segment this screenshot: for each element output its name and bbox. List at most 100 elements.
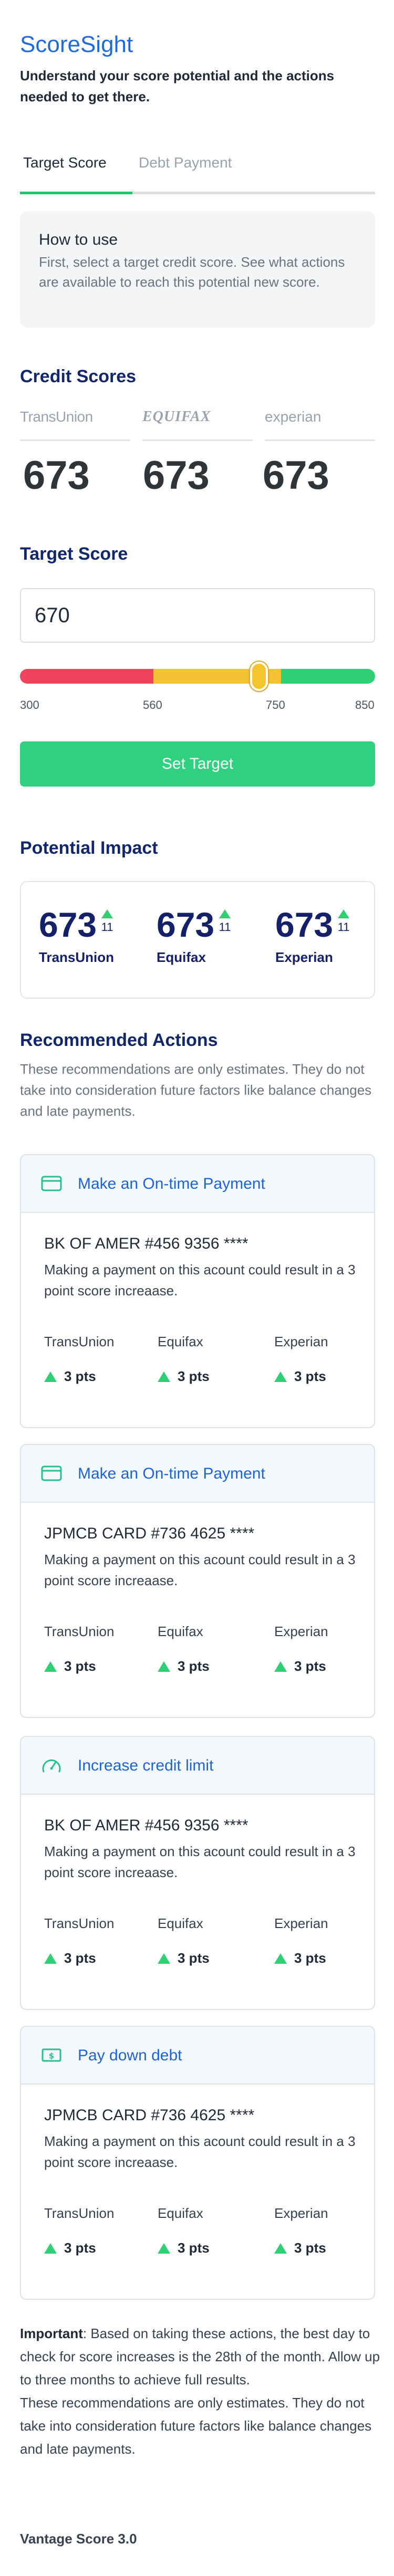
footer-disclaimer: These recommendations are only estimates… (20, 2395, 372, 2457)
credit-card-icon (41, 1465, 62, 1481)
impact-bureau-label: Equifax (157, 949, 206, 965)
action-card[interactable]: Make an On-time Payment JPMCB CARD #736 … (20, 1444, 375, 1718)
app-title: ScoreSight (20, 32, 133, 57)
points-value: 3 pts (64, 1658, 96, 1674)
up-arrow-icon (274, 1371, 287, 1382)
equifax-logo: EQUIFAX (142, 409, 211, 425)
points-value: 3 pts (64, 1950, 96, 1966)
points-badge: 3 pts (44, 1950, 96, 1966)
account-description: Making a payment on this acount could re… (44, 1262, 356, 1299)
bureau-label: Equifax (158, 1624, 203, 1639)
up-arrow-icon (158, 1661, 170, 1672)
score-slider-handle[interactable] (250, 662, 268, 691)
how-to-use-body: First, select a target credit score. See… (39, 254, 345, 290)
page-subtitle: Understand your score potential and the … (20, 68, 335, 104)
points-badge: 3 pts (274, 1658, 326, 1674)
points-value: 3 pts (64, 1368, 96, 1384)
account-name: BK OF AMER #456 9356 **** (44, 1235, 248, 1252)
up-arrow-icon (158, 2243, 170, 2254)
transunion-logo: TransUnion (20, 409, 93, 425)
account-name: JPMCB CARD #736 4625 **** (44, 2107, 255, 2124)
bureau-label: Equifax (158, 2205, 203, 2221)
equifax-score: 673 (143, 453, 210, 498)
equifax-column: EQUIFAX (142, 401, 253, 441)
bureau-label: TransUnion (44, 2205, 115, 2221)
bureau-label: Equifax (158, 1334, 203, 1349)
action-card-header: Make an On-time Payment (21, 1155, 374, 1213)
action-card-header: Increase credit limit (21, 1737, 374, 1795)
set-target-button[interactable]: Set Target (20, 741, 375, 787)
impact-bureau-label: TransUnion (39, 949, 115, 965)
up-arrow-icon (219, 909, 231, 918)
action-title: Pay down debt (78, 2047, 182, 2064)
account-description: Making a payment on this acount could re… (44, 2133, 356, 2170)
impact-delta: 11 (337, 909, 350, 934)
speedometer-icon (42, 1760, 61, 1773)
up-arrow-icon (44, 1953, 57, 1964)
active-tab-indicator (20, 192, 132, 194)
svg-text:$: $ (49, 2051, 54, 2061)
range-tick-label: 300 (20, 698, 39, 711)
points-value: 3 pts (294, 1368, 326, 1384)
target-score-input[interactable] (20, 588, 375, 643)
action-card[interactable]: Make an On-time Payment BK OF AMER #456 … (20, 1154, 375, 1428)
up-arrow-icon (274, 1661, 287, 1672)
points-badge: 3 pts (44, 1658, 96, 1674)
bureau-label: TransUnion (44, 1334, 115, 1349)
experian-score: 673 (263, 453, 329, 498)
score-model-label: Vantage Score 3.0 (20, 2531, 137, 2547)
bureau-logos-row: TransUnion EQUIFAX experian (20, 401, 375, 441)
target-score-title: Target Score (20, 544, 128, 564)
points-badge: 3 pts (44, 2240, 96, 2256)
points-value: 3 pts (178, 2240, 210, 2256)
impact-score: 673 (157, 905, 215, 944)
range-segment-good (281, 669, 375, 684)
tab-debt-payment[interactable]: Debt Payment (139, 154, 232, 171)
points-badge: 3 pts (158, 1658, 210, 1674)
dollar-bill-icon: $ (42, 2048, 61, 2062)
points-badge: 3 pts (274, 1368, 326, 1385)
credit-card-icon (41, 1176, 62, 1191)
up-arrow-icon (274, 1953, 287, 1964)
experian-column: experian (265, 401, 375, 441)
up-arrow-icon (101, 909, 113, 918)
impact-delta-value: 11 (219, 920, 231, 934)
impact-score: 673 (39, 905, 97, 944)
footer-notes: Important: Based on taking these actions… (20, 2322, 382, 2460)
action-card-header: Make an On-time Payment (21, 1445, 374, 1503)
up-arrow-icon (274, 2243, 287, 2254)
tab-bar: Target Score Debt Payment (20, 152, 375, 194)
bureau-label: Experian (274, 1334, 328, 1349)
bureau-label: TransUnion (44, 1915, 115, 1931)
points-badge: 3 pts (274, 2240, 326, 2256)
action-title: Make an On-time Payment (78, 1175, 265, 1192)
action-title: Make an On-time Payment (78, 1465, 265, 1482)
bureau-label: Experian (274, 1915, 328, 1931)
impact-transunion: 673 11 TransUnion (39, 906, 144, 966)
points-badge: 3 pts (274, 1950, 326, 1966)
recommendations-note: These recommendations are only estimates… (20, 1061, 372, 1119)
action-card-header: $ Pay down debt (21, 2027, 374, 2085)
points-badge: 3 pts (158, 1950, 210, 1966)
points-value: 3 pts (294, 1658, 326, 1674)
impact-delta: 11 (219, 909, 231, 934)
action-card[interactable]: Increase credit limit BK OF AMER #456 93… (20, 1736, 375, 2010)
bureau-label: TransUnion (44, 1624, 115, 1639)
up-arrow-icon (158, 1953, 170, 1964)
impact-delta-value: 11 (101, 920, 113, 934)
account-name: BK OF AMER #456 9356 **** (44, 1817, 248, 1834)
points-badge: 3 pts (158, 1368, 210, 1385)
transunion-column: TransUnion (20, 401, 130, 441)
impact-bureau-label: Experian (275, 949, 333, 965)
impact-delta-value: 11 (337, 920, 350, 934)
action-card[interactable]: $ Pay down debt JPMCB CARD #736 4625 ***… (20, 2026, 375, 2300)
up-arrow-icon (44, 2243, 57, 2254)
potential-impact-title: Potential Impact (20, 838, 158, 858)
points-value: 3 pts (294, 2240, 326, 2256)
tab-target-score[interactable]: Target Score (23, 154, 107, 171)
range-tick-label: 750 (266, 698, 285, 711)
up-arrow-icon (338, 909, 350, 918)
score-range-bar[interactable] (20, 669, 375, 684)
impact-score: 673 (275, 905, 334, 944)
important-label: Important (20, 2326, 83, 2341)
